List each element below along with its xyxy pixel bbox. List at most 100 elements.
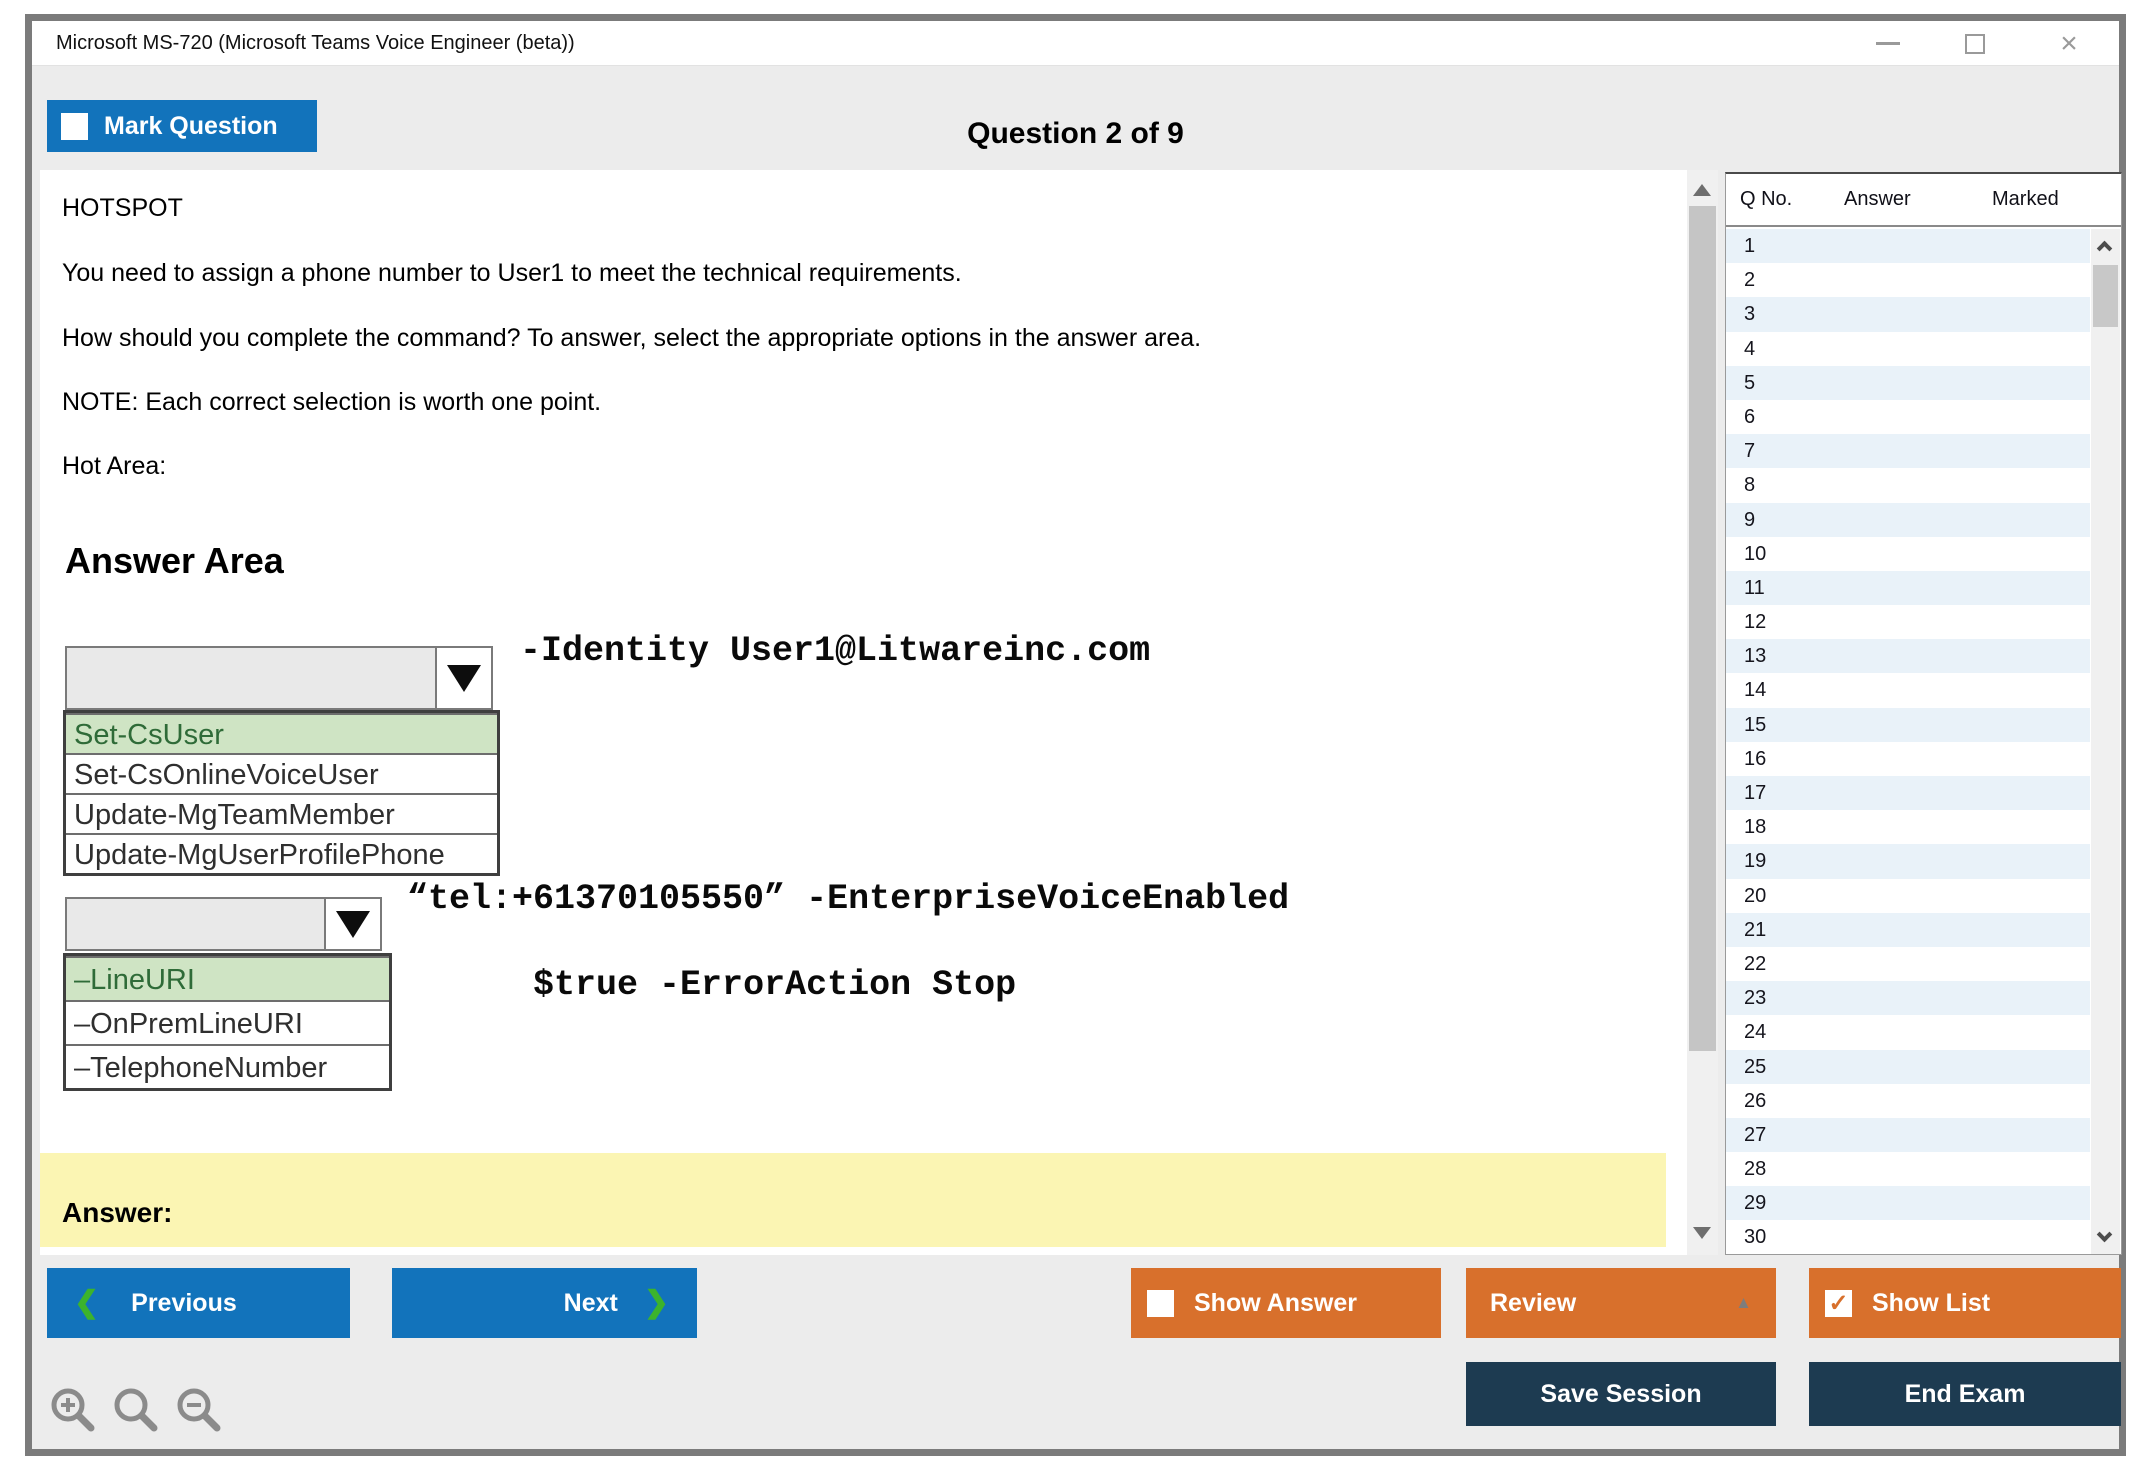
question-number: 3	[1744, 303, 1756, 326]
maximize-icon	[1965, 33, 1985, 54]
show-answer-checkbox[interactable]	[1147, 1289, 1174, 1317]
question-list-row[interactable]: 30	[1726, 1220, 2090, 1254]
question-paragraph-1: You need to assign a phone number to Use…	[62, 259, 962, 287]
dropdown2-arrow-button[interactable]	[324, 899, 380, 949]
question-list-row[interactable]: 6	[1726, 400, 2090, 434]
question-list-row[interactable]: 21	[1726, 912, 2090, 947]
minimize-button[interactable]	[1868, 21, 1908, 66]
column-header-marked: Marked	[1992, 188, 2059, 210]
question-number: 15	[1744, 713, 1767, 736]
question-list-row[interactable]: 5	[1726, 365, 2090, 400]
question-list-row[interactable]: 25	[1726, 1049, 2090, 1084]
dropdown1-closed-box[interactable]	[65, 646, 493, 710]
question-number: 12	[1744, 611, 1767, 634]
question-number: 13	[1744, 645, 1767, 668]
answer-area-title: Answer Area	[65, 540, 284, 581]
dropdown1-option[interactable]: Update-MgTeamMember	[66, 793, 497, 833]
main-scrollbar[interactable]	[1687, 170, 1718, 1255]
dropdown1-option[interactable]: Set-CsUser	[66, 713, 497, 753]
scroll-up-icon[interactable]	[1693, 184, 1711, 196]
minimize-icon	[1876, 42, 1900, 45]
question-panel: HOTSPOT You need to assign a phone numbe…	[40, 170, 1689, 1255]
command-text-2-line2: $true -ErrorAction Stop	[533, 965, 1017, 1005]
dropdown1-options-list: Set-CsUser Set-CsOnlineVoiceUser Update-Mg…	[63, 710, 500, 876]
show-list-button[interactable]: ✓ Show List	[1809, 1268, 2121, 1338]
list-scrollbar-thumb[interactable]	[2093, 265, 2118, 327]
next-button[interactable]: Next ❯	[392, 1268, 697, 1338]
question-list-row[interactable]: 16	[1726, 742, 2090, 776]
question-list-row[interactable]: 26	[1726, 1084, 2090, 1118]
hot-area-label: Hot Area:	[62, 452, 167, 480]
dropdown1-value[interactable]	[67, 648, 435, 708]
question-list-row[interactable]: 17	[1726, 776, 2090, 811]
question-list-row[interactable]: 10	[1726, 537, 2090, 571]
dropdown2-option[interactable]: –LineURI	[66, 956, 389, 1000]
question-list-row[interactable]: 1	[1726, 229, 2090, 264]
question-list-scrollbar[interactable]	[2091, 229, 2120, 1254]
command-text-1: -Identity User1@Litwareinc.com	[520, 631, 1151, 671]
dropdown1-arrow-button[interactable]	[435, 648, 491, 708]
question-list-row[interactable]: 4	[1726, 332, 2090, 366]
question-number: 2	[1744, 269, 1756, 292]
question-number: 22	[1744, 952, 1767, 975]
question-list-row[interactable]: 8	[1726, 468, 2090, 502]
question-list-row[interactable]: 27	[1726, 1117, 2090, 1153]
question-number: 26	[1744, 1089, 1767, 1112]
question-list-row[interactable]: 22	[1726, 947, 2090, 981]
zoom-in-icon[interactable]	[47, 1384, 101, 1438]
scroll-up-icon[interactable]	[2096, 240, 2113, 257]
question-list-row[interactable]: 24	[1726, 1015, 2090, 1049]
column-header-qno: Q No.	[1740, 188, 1793, 210]
question-list-row[interactable]: 15	[1726, 707, 2090, 742]
zoom-out-icon[interactable]	[173, 1384, 227, 1438]
question-list-panel: Q No. Answer Marked 1 2 3 4 5 6 7 8 9 10 11 12 13 14 1…	[1725, 172, 2122, 1255]
question-number: 4	[1744, 337, 1756, 360]
question-number: 29	[1744, 1192, 1767, 1215]
main-scrollbar-thumb[interactable]	[1689, 206, 1716, 1051]
show-list-checkbox[interactable]: ✓	[1825, 1289, 1852, 1317]
question-list-row[interactable]: 9	[1726, 502, 2090, 537]
question-list-row[interactable]: 20	[1726, 879, 2090, 913]
show-answer-button[interactable]: Show Answer	[1131, 1268, 1441, 1338]
question-number: 23	[1744, 987, 1767, 1010]
end-exam-button[interactable]: End Exam	[1809, 1362, 2121, 1426]
question-paragraph-3: NOTE: Each correct selection is worth on…	[62, 388, 602, 416]
save-session-button[interactable]: Save Session	[1466, 1362, 1776, 1426]
question-number: 1	[1744, 235, 1756, 257]
review-button[interactable]: Review ▲	[1466, 1268, 1776, 1338]
question-list-header: Q No. Answer Marked	[1726, 174, 2121, 227]
question-list-row[interactable]: 19	[1726, 844, 2090, 879]
question-number: 21	[1744, 918, 1767, 941]
header-band: Mark Question Question 2 of 9	[32, 67, 2119, 170]
question-paragraph-2: How should you complete the command? To …	[62, 324, 1202, 352]
dropdown2-closed-box[interactable]	[65, 897, 382, 951]
dropdown1-option[interactable]: Update-MgUserProfilePhone	[66, 833, 497, 873]
close-button[interactable]: ×	[2049, 21, 2089, 66]
dropdown2-value[interactable]	[67, 899, 324, 949]
question-list-row[interactable]: 28	[1726, 1152, 2090, 1186]
dropdown2-option[interactable]: –OnPremLineURI	[66, 1000, 389, 1044]
question-list-row[interactable]: 7	[1726, 434, 2090, 469]
zoom-tools	[47, 1384, 227, 1438]
question-list-row[interactable]: 18	[1726, 810, 2090, 844]
answer-label: Answer:	[62, 1197, 173, 1228]
question-list-row[interactable]: 2	[1726, 263, 2090, 297]
question-list-row[interactable]: 13	[1726, 639, 2090, 674]
question-list-row[interactable]: 3	[1726, 297, 2090, 332]
question-number: 27	[1744, 1123, 1767, 1146]
dropdown1-option[interactable]: Set-CsOnlineVoiceUser	[66, 753, 497, 793]
magnifier-icon[interactable]	[110, 1384, 164, 1438]
maximize-button[interactable]	[1955, 21, 1995, 66]
question-number: 8	[1744, 474, 1756, 497]
dropdown2-option[interactable]: –TelephoneNumber	[66, 1044, 389, 1088]
question-list-row[interactable]: 11	[1726, 570, 2090, 606]
scroll-down-icon[interactable]	[2096, 1226, 2113, 1243]
question-list-row[interactable]: 14	[1726, 673, 2090, 707]
question-list-row[interactable]: 12	[1726, 605, 2090, 639]
scroll-down-icon[interactable]	[1693, 1227, 1711, 1239]
title-bar: Microsoft MS-720 (Microsoft Teams Voice …	[32, 21, 2119, 66]
previous-button[interactable]: ❮ Previous	[47, 1268, 350, 1338]
dropdown2-options-list: –LineURI –OnPremLineURI –TelephoneNumber	[63, 953, 392, 1091]
question-list-row[interactable]: 29	[1726, 1186, 2090, 1221]
question-list-row[interactable]: 23	[1726, 981, 2090, 1016]
